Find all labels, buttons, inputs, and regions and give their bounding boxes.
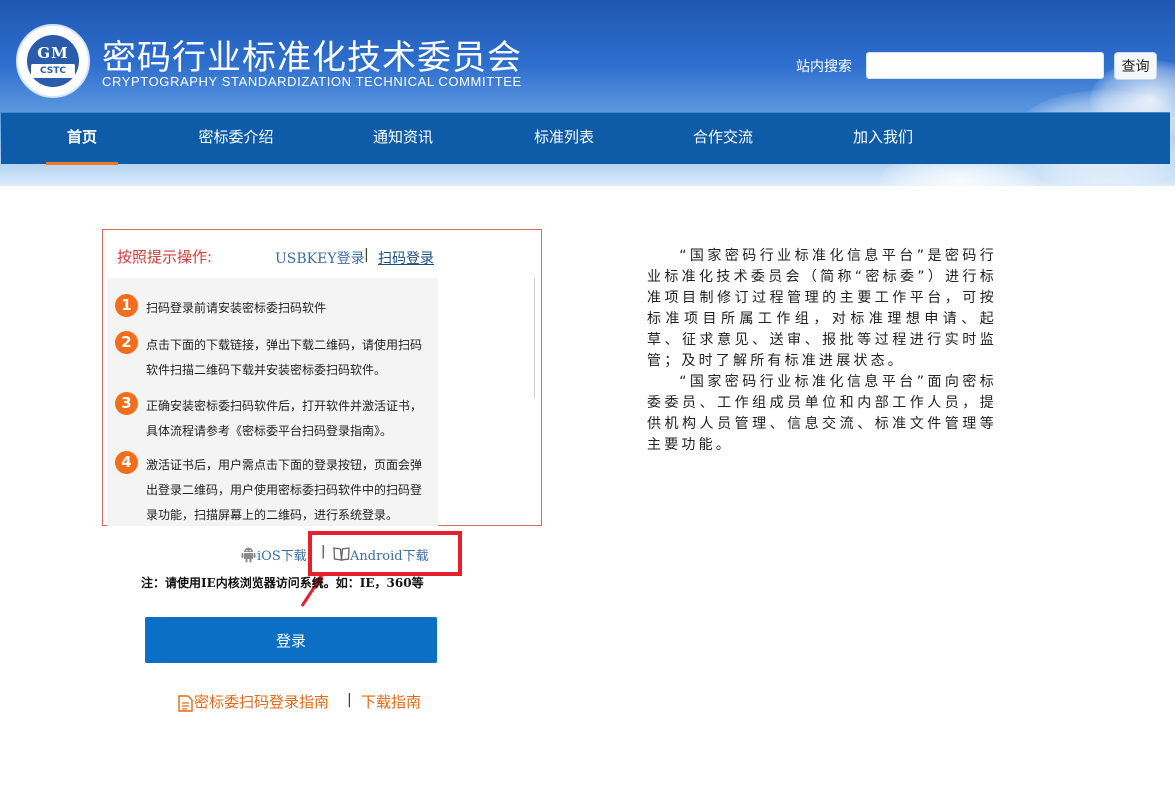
nav-item-about[interactable]: 密标委介绍 [191,113,281,165]
intro-paragraph: “国家密码行业标准化信息平台”面向密标委委员、工作组成员单位和内部工作人员，提供… [647,374,997,453]
login-button[interactable]: 登录 [145,617,437,663]
step-text: 扫码登录前请安装密标委扫码软件 [146,301,327,315]
steps-panel: 1 扫码登录前请安装密标委扫码软件 2 点击下面的下载链接，弹出下载二维码，请使… [107,278,438,526]
browser-note: 注：请使用IE内核浏览器访问系统。如：IE，360等 [141,576,424,590]
search-button[interactable]: 查询 [1114,52,1157,80]
site-title: 密码行业标准化技术委员会 [102,38,522,78]
step-text: 激活证书后，用户需点击下面的登录按钮，页面会弹出登录二维码，用户使用密标委扫码软… [146,458,423,522]
step-text: 点击下面的下载链接，弹出下载二维码，请使用扫码软件扫描二维码下载并安装密标委扫码… [146,338,423,377]
tab-usbkey-login[interactable]: USBKEY登录 [275,248,365,268]
tab-separator: | [364,247,369,263]
site-subtitle: CRYPTOGRAPHY STANDARDIZATION TECHNICAL C… [102,74,522,89]
platform-intro: “国家密码行业标准化信息平台”是密码行业标准化技术委员会（简称“密标委”）进行标… [647,246,997,456]
step-number-badge: 2 [115,331,138,354]
android-robot-icon [241,547,256,563]
nav-item-news[interactable]: 通知资讯 [363,113,443,165]
step-number-badge: 3 [115,392,138,415]
search-input[interactable] [866,52,1104,79]
nav-item-standards[interactable]: 标准列表 [524,113,604,165]
tab-scan-login[interactable]: 扫码登录 [378,248,434,268]
step-number-badge: 1 [115,294,138,317]
document-icon [178,695,193,712]
logo-emblem: GM CSTC [27,35,79,87]
main-nav: 首页 密标委介绍 通知资讯 标准列表 合作交流 加入我们 [1,112,1170,165]
download-guide-link[interactable]: 下载指南 [361,691,421,712]
prompt-label: 按照提示操作: [117,248,213,266]
step-number-badge: 4 [115,451,138,474]
nav-item-cooperation[interactable]: 合作交流 [683,113,763,165]
login-panel: 按照提示操作: USBKEY登录 | 扫码登录 1 扫码登录前请安装密标委扫码软… [102,229,542,526]
scan-login-guide-link[interactable]: 密标委扫码登录指南 [194,691,329,712]
annotation-highlight-box [308,531,462,576]
intro-paragraph: “国家密码行业标准化信息平台”是密码行业标准化技术委员会（简称“密标委”）进行标… [647,248,997,369]
nav-item-join[interactable]: 加入我们 [843,113,923,165]
step-text: 正确安装密标委扫码软件后，打开软件并激活证书，具体流程请参考《密标委平台扫码登录… [146,399,423,438]
guide-separator: | [347,692,352,708]
nav-item-home[interactable]: 首页 [46,113,118,165]
search-label: 站内搜索 [796,59,852,75]
logo-text: GM [37,44,69,62]
ios-download-link[interactable]: iOS下载 [257,545,307,564]
site-logo[interactable]: GM CSTC [16,24,90,98]
steps-scrollbar[interactable] [534,278,535,398]
logo-abbr: CSTC [31,64,75,78]
